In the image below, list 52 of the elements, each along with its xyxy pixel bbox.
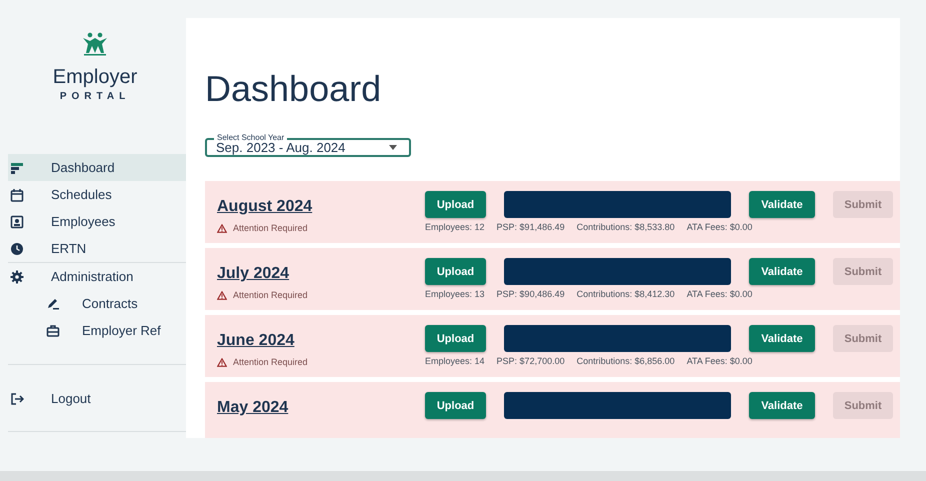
- month-link[interactable]: August 2024: [217, 198, 425, 216]
- validate-button[interactable]: Validate: [749, 191, 815, 218]
- warning-icon: [217, 224, 227, 232]
- logout-icon: [10, 392, 24, 406]
- dashboard-icon: [10, 160, 24, 174]
- stat-text: Contributions: $6,856.00: [576, 356, 675, 366]
- alert-text: Attention Required: [233, 290, 308, 300]
- id-badge-icon: [10, 214, 24, 228]
- logo-icon: [81, 32, 109, 56]
- validate-button[interactable]: Validate: [749, 325, 815, 352]
- clock-icon: [10, 242, 24, 256]
- dropdown-caret-icon: [389, 145, 397, 150]
- month-link[interactable]: May 2024: [217, 399, 425, 417]
- validate-button[interactable]: Validate: [749, 258, 815, 285]
- upload-button[interactable]: Upload: [425, 325, 486, 352]
- stat-text: Contributions: $8,412.30: [576, 289, 675, 299]
- stat-text: ATA Fees: $0.00: [686, 222, 752, 232]
- month-link[interactable]: June 2024: [217, 332, 425, 350]
- upload-button[interactable]: Upload: [425, 392, 486, 419]
- logo-title: Employer: [52, 66, 138, 89]
- pen-icon: [46, 296, 60, 310]
- settings-icon: [10, 270, 24, 284]
- select-label: Select School Year: [214, 133, 288, 142]
- stat-text: Employees: 14: [425, 356, 485, 366]
- stat-text: PSP: $90,486.49: [496, 289, 565, 299]
- logo-subtitle: PORTAL: [60, 91, 130, 102]
- sidebar-item[interactable]: Dashboard: [8, 154, 186, 181]
- sidebar-item[interactable]: Employer Ref: [8, 317, 186, 344]
- sidebar-item[interactable]: Employees: [8, 208, 186, 235]
- warning-icon: [217, 290, 227, 300]
- alert-text: Attention Required: [233, 223, 308, 233]
- sidebar-item[interactable]: Administration: [8, 263, 186, 290]
- stat-text: Employees: 13: [425, 289, 485, 299]
- briefcase-icon: [46, 324, 60, 338]
- stat-text: ATA Fees: $0.00: [686, 356, 752, 366]
- sidebar-item[interactable]: Contracts: [8, 290, 186, 317]
- alert-text: Attention Required: [233, 357, 308, 367]
- page-title: Dashboard: [205, 68, 382, 110]
- sidebar-item[interactable]: Schedules: [8, 181, 186, 208]
- stat-text: Employees: 12: [425, 222, 485, 232]
- logout-item[interactable]: Logout: [8, 385, 186, 412]
- stat-text: PSP: $91,486.49: [496, 222, 565, 232]
- stat-text: PSP: $72,700.00: [496, 356, 565, 366]
- stat-text: ATA Fees: $0.00: [686, 289, 752, 299]
- month-link[interactable]: July 2024: [217, 265, 425, 283]
- validate-button[interactable]: Validate: [749, 392, 815, 419]
- upload-button[interactable]: Upload: [425, 258, 486, 285]
- warning-icon: [217, 358, 227, 366]
- stat-text: Contributions: $8,533.80: [576, 222, 675, 232]
- sidebar-item[interactable]: ERTN: [8, 235, 186, 262]
- calendar-icon: [10, 188, 24, 202]
- upload-button[interactable]: Upload: [425, 191, 486, 218]
